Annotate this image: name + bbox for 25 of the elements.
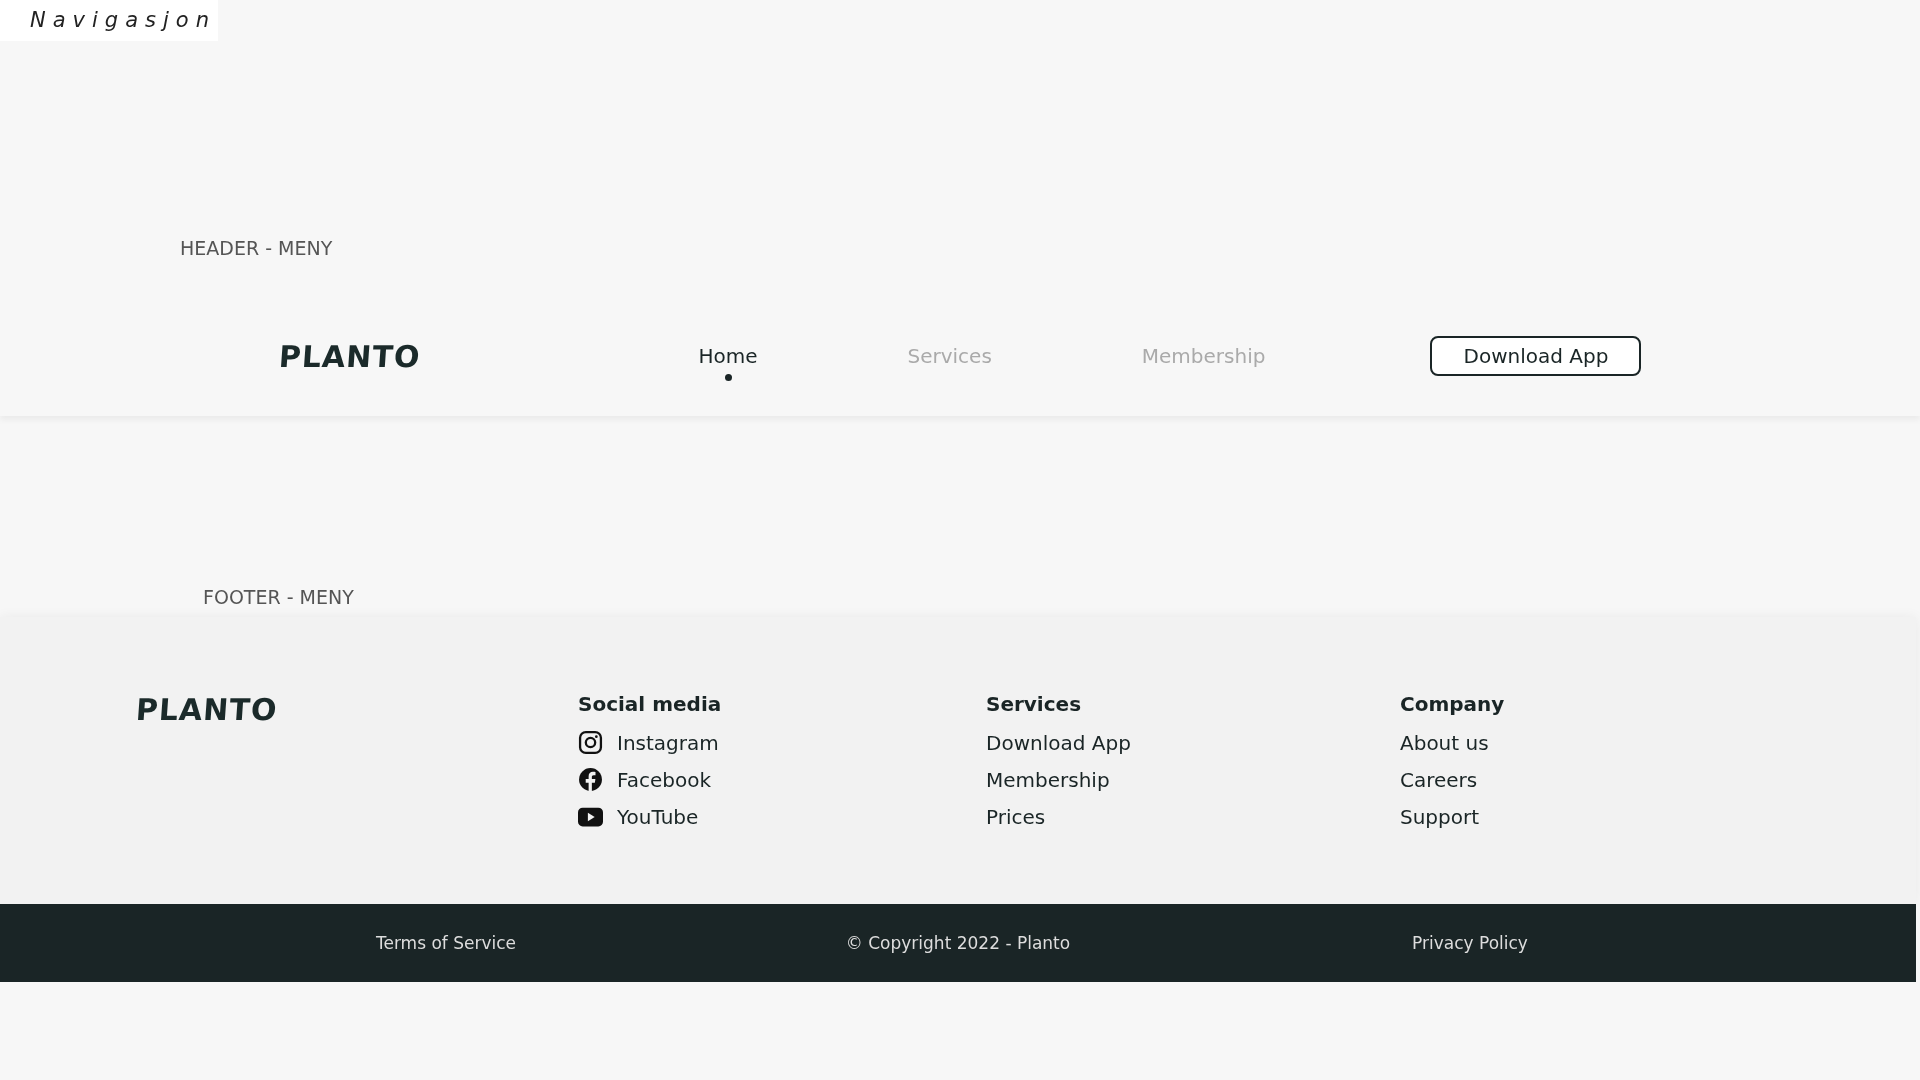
section-title: FOOTER - MENY — [203, 586, 355, 608]
footer-link[interactable]: Membership — [986, 761, 1400, 798]
download-app-button[interactable]: Download App — [1430, 336, 1642, 376]
bottom-link[interactable]: Terms of Service — [375, 933, 517, 953]
footer-link[interactable]: YouTube — [578, 798, 986, 835]
column-heading: Services — [986, 692, 1083, 716]
instagram-icon — [578, 730, 603, 755]
planto-logo[interactable]: PLANTO — [134, 692, 279, 727]
footer-link[interactable]: Download App — [986, 724, 1400, 761]
column-heading: Social media — [578, 692, 723, 716]
page-label: Navigasjon — [0, 0, 218, 41]
bottom-link[interactable]: © Copyright 2022 - Planto — [845, 933, 1071, 953]
planto-logo[interactable]: PLANTO — [277, 338, 422, 374]
footer-link[interactable]: About us — [1400, 724, 1800, 761]
youtube-icon — [578, 806, 603, 827]
bottom-link[interactable]: Privacy Policy — [1412, 933, 1528, 953]
footer-link[interactable]: Instagram — [578, 724, 986, 761]
nav-link[interactable]: Home — [698, 344, 758, 368]
footer-link[interactable]: Prices — [986, 798, 1400, 835]
footer-link[interactable]: Careers — [1400, 761, 1800, 798]
facebook-icon — [578, 767, 603, 792]
footer-link[interactable]: Support — [1400, 798, 1800, 835]
section-title: HEADER - MENY — [180, 237, 334, 259]
column-heading: Company — [1400, 692, 1506, 716]
footer-link[interactable]: Facebook — [578, 761, 986, 798]
